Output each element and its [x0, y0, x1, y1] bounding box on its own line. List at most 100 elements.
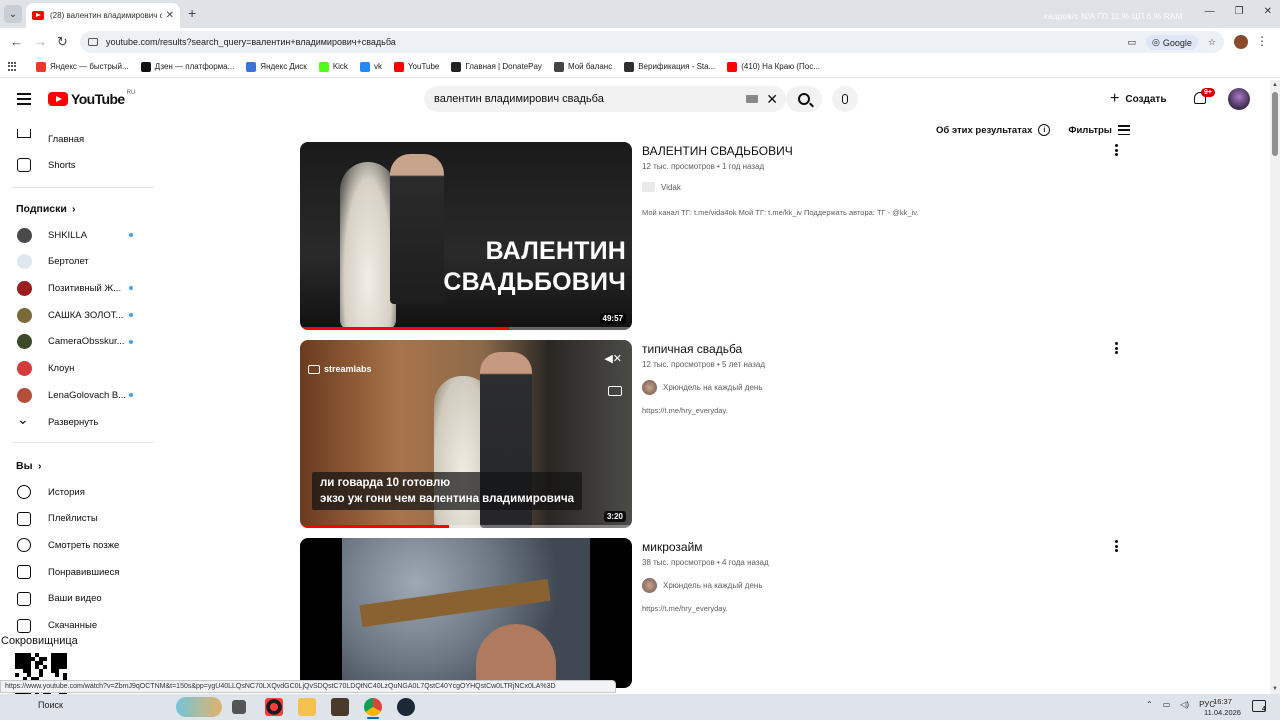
sidebar-item-watch-later[interactable]: Смотреть позже: [0, 532, 154, 558]
search-input[interactable]: валентин владимирович свадьба ✕: [424, 86, 786, 112]
bookmark-item[interactable]: Яндекс Диск: [246, 61, 307, 72]
video-thumbnail[interactable]: ВАЛЕНТИН СВАДЬБОВИЧ 49:57: [300, 142, 632, 330]
bookmark-item[interactable]: Дзен — платформа...: [140, 61, 234, 72]
bookmark-item[interactable]: YouTube: [393, 61, 439, 72]
scroll-down-icon[interactable]: ▼: [1272, 686, 1278, 692]
sidebar-item-your-videos[interactable]: Ваши видео: [0, 586, 154, 612]
steam-app-icon[interactable]: [397, 698, 415, 716]
volume-icon[interactable]: ◁): [1180, 700, 1189, 709]
sidebar-item-subscription[interactable]: SHKILLA: [0, 222, 154, 248]
search-highlight-icon[interactable]: [176, 697, 222, 717]
more-actions-icon[interactable]: [1114, 144, 1118, 156]
sidebar-item-subscription[interactable]: Позитивный Ж...: [0, 275, 154, 301]
filters-button-label[interactable]: Фильтры: [1068, 125, 1112, 136]
bookmark-item[interactable]: Главная | DonatePay: [451, 61, 542, 72]
channel-link[interactable]: Vidak: [642, 182, 681, 192]
forward-arrow-icon[interactable]: →: [34, 34, 47, 50]
sidebar-item-history[interactable]: История: [0, 479, 154, 505]
chrome-app-icon[interactable]: [364, 698, 382, 719]
network-icon[interactable]: ▭: [1163, 700, 1171, 709]
url-text: youtube.com/results?search_query=валенти…: [106, 37, 396, 47]
youtube-logo[interactable]: YouTube RU: [48, 90, 135, 107]
video-result[interactable]: streamlabs ◀✕ ли говарда 10 готовлю экзо…: [300, 340, 1130, 528]
video-result[interactable]: микрозайм 38 тыс. просмотров • 4 года на…: [300, 538, 1130, 688]
sidebar-item-subscription[interactable]: CameraObsskur...: [0, 329, 154, 355]
sidebar-item-shorts[interactable]: Shorts: [0, 152, 154, 178]
close-window-icon[interactable]: ✕: [1264, 6, 1272, 17]
sidebar-item-like[interactable]: Понравившиеся: [0, 559, 154, 585]
restore-icon[interactable]: ❐: [1235, 6, 1244, 17]
file-explorer-icon[interactable]: [298, 698, 316, 716]
cast-icon[interactable]: ▭: [1128, 37, 1137, 48]
about-results-link[interactable]: Об этих результатах: [936, 125, 1032, 136]
subscriptions-heading[interactable]: Подписки: [16, 203, 67, 215]
video-title[interactable]: типичная свадьба: [642, 342, 742, 356]
sidebar-item-subscription[interactable]: САШКА ЗОЛОТ...: [0, 302, 154, 328]
browser-tab-active[interactable]: (28) валентин владимирович с ✕: [26, 3, 180, 28]
clear-search-icon[interactable]: ✕: [766, 92, 778, 106]
reload-icon[interactable]: ↻: [57, 34, 68, 50]
channel-avatar[interactable]: [642, 380, 657, 395]
search-button[interactable]: [786, 86, 822, 112]
game-app-icon[interactable]: [331, 698, 349, 716]
back-arrow-icon[interactable]: ←: [10, 34, 23, 50]
site-info-icon[interactable]: [88, 38, 98, 46]
video-title[interactable]: микрозайм: [642, 540, 703, 554]
channel-name[interactable]: Хрюндель на каждый день: [663, 383, 763, 392]
info-icon[interactable]: i: [1038, 124, 1051, 136]
channel-avatar[interactable]: [642, 578, 657, 593]
bookmark-item[interactable]: Верификация - Sta...: [624, 61, 715, 72]
page-scrollbar[interactable]: ▲ ▼: [1270, 80, 1280, 694]
sidebar-item-playlists[interactable]: Плейлисты: [0, 506, 154, 532]
bookmark-item[interactable]: Мой баланс: [553, 61, 612, 72]
bookmark-item[interactable]: (410) На Краю (Пос...: [727, 61, 820, 72]
taskbar-clock[interactable]: 16:37 11.04.2026: [1204, 696, 1241, 718]
new-tab-button[interactable]: +: [188, 6, 196, 20]
sidebar-item-subscription[interactable]: Бертолет: [0, 249, 154, 275]
tab-search-button[interactable]: ⌄: [4, 5, 22, 23]
profile-avatar[interactable]: [1234, 35, 1248, 49]
you-heading[interactable]: Вы: [16, 460, 33, 472]
channel-link[interactable]: Хрюндель на каждый день: [642, 578, 763, 593]
sidebar-item-subscription[interactable]: Клоун: [0, 356, 154, 382]
keyboard-icon[interactable]: [746, 95, 759, 103]
tray-chevron-icon[interactable]: ⌃: [1146, 700, 1153, 709]
sidebar-item-home[interactable]: Главная: [0, 126, 154, 152]
sidebar-item-subscription[interactable]: LenaGolovach B...: [0, 382, 154, 408]
bookmark-item[interactable]: Яндекс — быстрый...: [36, 61, 129, 72]
video-result[interactable]: ВАЛЕНТИН СВАДЬБОВИЧ 49:57 ВАЛЕНТИН СВАДЬ…: [300, 142, 1130, 330]
video-title[interactable]: ВАЛЕНТИН СВАДЬБОВИЧ: [642, 144, 793, 158]
channel-link[interactable]: Хрюндель на каждый день: [642, 380, 763, 395]
menu-icon[interactable]: [17, 93, 31, 105]
bookmark-item[interactable]: Kick: [318, 61, 348, 72]
channel-name[interactable]: Vidak: [661, 183, 681, 192]
address-bar[interactable]: youtube.com/results?search_query=валенти…: [80, 31, 1224, 53]
more-actions-icon[interactable]: [1114, 540, 1118, 552]
chevron-right-icon[interactable]: ›: [72, 203, 76, 215]
chevron-right-icon[interactable]: ›: [38, 460, 42, 472]
taskbar-search[interactable]: Поиск: [38, 700, 63, 710]
close-tab-icon[interactable]: ✕: [166, 10, 174, 21]
bookmark-star-icon[interactable]: ☆: [1208, 37, 1216, 48]
channel-name[interactable]: Хрюндель на каждый день: [663, 581, 763, 590]
filters-icon[interactable]: [1117, 125, 1130, 135]
account-avatar[interactable]: [1228, 88, 1250, 110]
scrollbar-thumb[interactable]: [1272, 92, 1278, 156]
sidebar-item-expand[interactable]: ⌄ Развернуть: [0, 409, 154, 435]
more-actions-icon[interactable]: [1114, 342, 1118, 354]
apps-grid-icon[interactable]: [8, 61, 18, 72]
bookmark-item[interactable]: vk: [359, 61, 382, 72]
create-button[interactable]: + Создать: [1110, 88, 1166, 110]
google-lens-chip[interactable]: ◎ Google: [1146, 35, 1198, 50]
captions-icon[interactable]: [608, 386, 622, 396]
video-thumbnail[interactable]: streamlabs ◀✕ ли говарда 10 готовлю экзо…: [300, 340, 632, 528]
scroll-up-icon[interactable]: ▲: [1272, 82, 1278, 88]
video-thumbnail[interactable]: [300, 538, 632, 688]
obs-app-icon[interactable]: [265, 698, 283, 716]
mute-icon[interactable]: ◀✕: [604, 352, 622, 365]
task-view-icon[interactable]: [232, 700, 246, 714]
voice-search-button[interactable]: [832, 86, 858, 112]
browser-menu-icon[interactable]: ⋮: [1256, 34, 1268, 48]
minimize-icon[interactable]: —: [1205, 6, 1215, 17]
channel-avatar[interactable]: [642, 182, 655, 192]
